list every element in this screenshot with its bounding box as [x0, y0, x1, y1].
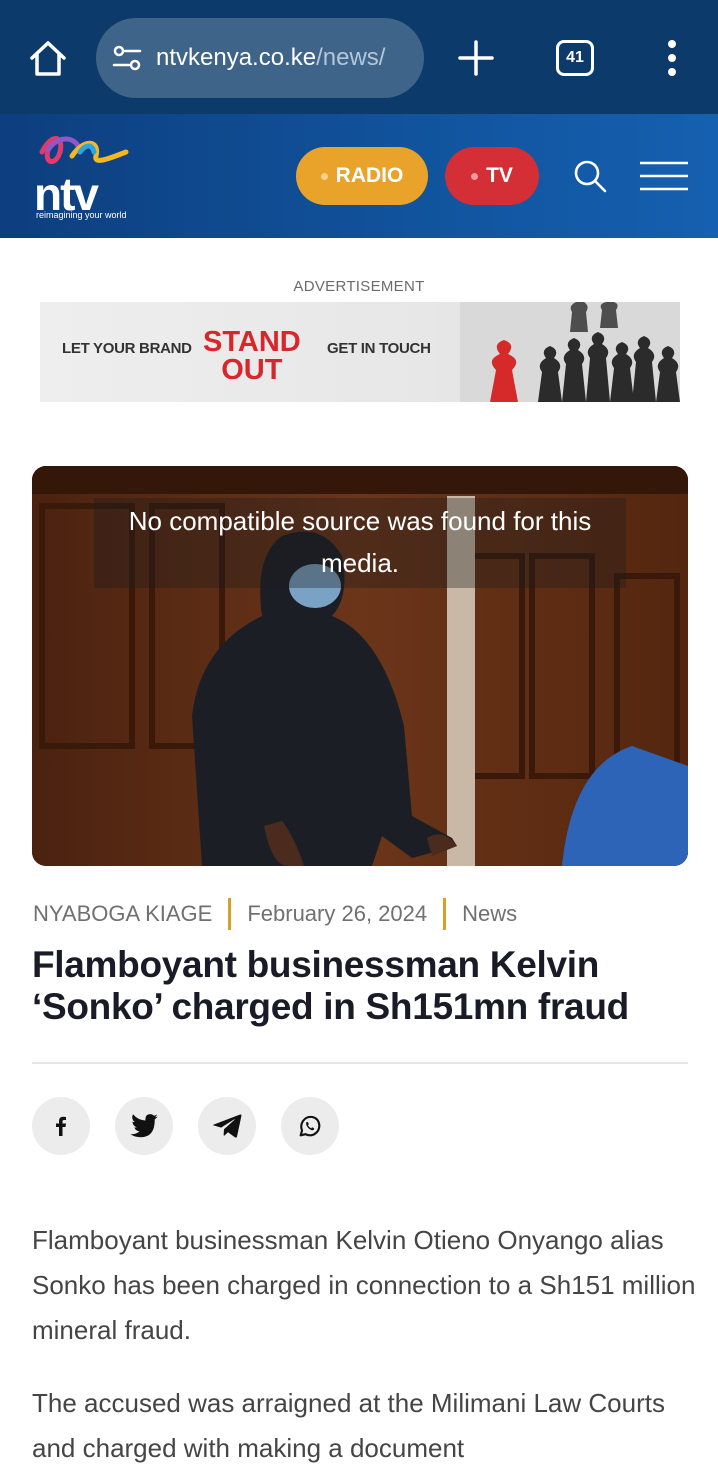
ad-stand-text: STAND: [203, 326, 301, 358]
advertisement-label: ADVERTISEMENT: [293, 278, 425, 295]
more-options-icon[interactable]: [660, 38, 684, 78]
telegram-icon: [213, 1114, 242, 1138]
radio-dot-icon: [320, 172, 328, 180]
media-error-message: No compatible source was found for this …: [94, 498, 626, 588]
share-telegram-button[interactable]: [198, 1097, 256, 1155]
ad-headline: STAND OUT: [203, 326, 301, 386]
article-paragraph: Flamboyant businessman Kelvin Otieno Ony…: [32, 1225, 696, 1345]
chess-pieces-image: [460, 302, 680, 402]
meta-separator: [443, 898, 447, 930]
tv-button[interactable]: TV: [445, 147, 539, 205]
new-tab-icon[interactable]: [456, 38, 496, 78]
url-text: ntvkenya.co.ke/news/: [156, 44, 385, 72]
meta-separator: [228, 898, 232, 930]
ad-left-text: LET YOUR BRAND: [62, 340, 192, 357]
radio-button[interactable]: RADIO: [296, 147, 428, 205]
twitter-icon: [130, 1114, 158, 1138]
article-meta: NYABOGA KIAGE February 26, 2024 News: [33, 898, 517, 930]
whatsapp-icon: [299, 1115, 321, 1137]
ntv-logo[interactable]: ntv: [34, 130, 134, 222]
site-header: ntv reimagining your world RADIO TV: [0, 114, 718, 238]
share-facebook-button[interactable]: [32, 1097, 90, 1155]
site-settings-icon[interactable]: [110, 41, 144, 75]
radio-label: RADIO: [335, 164, 404, 187]
category-link[interactable]: News: [462, 901, 517, 927]
url-host: ntvkenya.co.ke: [156, 44, 317, 71]
ad-right-text: GET IN TOUCH: [327, 340, 431, 357]
article-headline: Flamboyant businessman Kelvin ‘Sonko’ ch…: [32, 944, 629, 1027]
ad-out-text: OUT: [221, 354, 283, 386]
author-name[interactable]: NYABOGA KIAGE: [33, 901, 212, 927]
share-buttons: [32, 1097, 339, 1155]
divider: [32, 1062, 688, 1064]
menu-icon[interactable]: [638, 160, 690, 192]
share-twitter-button[interactable]: [115, 1097, 173, 1155]
ad-banner[interactable]: LET YOUR BRAND STAND OUT GET IN TOUCH: [40, 302, 680, 402]
home-icon[interactable]: [26, 36, 70, 80]
publish-date: February 26, 2024: [247, 901, 428, 926]
tv-label: TV: [486, 164, 513, 187]
url-path: /news/: [316, 44, 386, 71]
logo-tagline: reimagining your world: [36, 210, 127, 220]
address-bar[interactable]: ntvkenya.co.ke/news/: [96, 18, 424, 98]
tab-switcher-button[interactable]: 41: [556, 40, 594, 76]
search-icon[interactable]: [572, 158, 608, 194]
tv-dot-icon: [471, 172, 479, 180]
facebook-icon: [56, 1116, 66, 1136]
share-whatsapp-button[interactable]: [281, 1097, 339, 1155]
browser-toolbar: ntvkenya.co.ke/news/ 41: [0, 0, 718, 114]
article-video[interactable]: No compatible source was found for this …: [32, 466, 688, 866]
article-paragraph: The accused was arraigned at the Miliman…: [32, 1388, 665, 1463]
